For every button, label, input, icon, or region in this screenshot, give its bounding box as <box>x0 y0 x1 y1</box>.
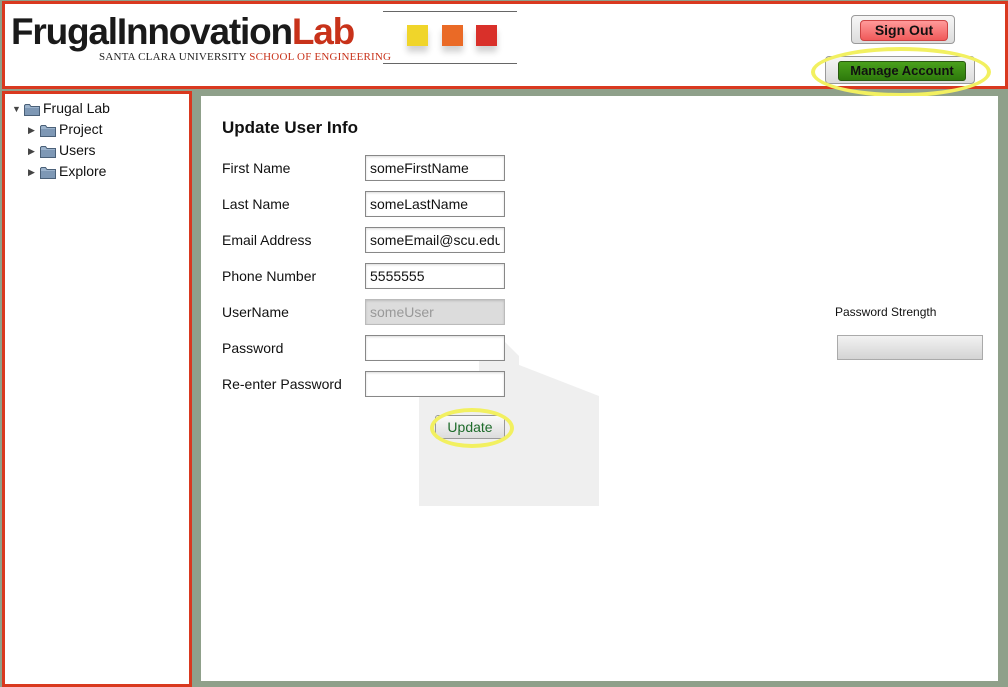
last-name-label: Last Name <box>222 196 290 212</box>
password-input[interactable] <box>365 335 505 361</box>
folder-icon <box>40 145 56 158</box>
page-title: Update User Info <box>222 118 359 137</box>
color-squares-graphic <box>383 11 517 64</box>
manage-account-label: Manage Account <box>838 61 966 81</box>
update-button[interactable]: Update <box>435 415 505 439</box>
orange-square <box>442 25 463 46</box>
tree-node-label: Users <box>59 142 96 158</box>
sign-out-label: Sign Out <box>860 20 948 41</box>
tree-node-label: Explore <box>59 163 107 179</box>
logo-name-part2: Lab <box>291 11 355 52</box>
logo-subtitle-school: SCHOOL OF ENGINEERING <box>249 51 392 63</box>
sign-out-button[interactable]: Sign Out <box>851 15 955 44</box>
first-name-input[interactable] <box>365 155 505 181</box>
tree-node-label: Frugal Lab <box>43 100 110 116</box>
logo-subtitle: SANTA CLARA UNIVERSITY SCHOOL OF ENGINEE… <box>99 51 391 63</box>
folder-icon <box>40 166 56 179</box>
expand-triangle-down-icon[interactable]: ▼ <box>12 99 22 119</box>
reenter-password-label: Re-enter Password <box>222 376 342 392</box>
password-strength-label: Password Strength <box>835 305 937 319</box>
last-name-input[interactable] <box>365 191 505 217</box>
email-address-input[interactable] <box>365 227 505 253</box>
sidebar-tree-panel: ▼ Frugal Lab ▶ Project ▶ Users ▶ Explore <box>2 91 192 687</box>
phone-number-input[interactable] <box>365 263 505 289</box>
tree-node-project[interactable]: ▶ Project <box>28 119 103 139</box>
phone-number-label: Phone Number <box>222 268 317 284</box>
expand-triangle-right-icon[interactable]: ▶ <box>28 162 38 182</box>
tree-node-explore[interactable]: ▶ Explore <box>28 161 106 181</box>
reenter-password-input[interactable] <box>365 371 505 397</box>
expand-triangle-right-icon[interactable]: ▶ <box>28 141 38 161</box>
username-label: UserName <box>222 304 289 320</box>
manage-account-button[interactable]: Manage Account <box>825 56 975 84</box>
password-strength-meter <box>837 335 983 360</box>
update-user-info-panel: Update User Info First Name Last Name Em… <box>201 96 998 681</box>
first-name-label: First Name <box>222 160 291 176</box>
logo-name-part1: FrugalInnovation <box>11 11 293 52</box>
username-input <box>365 299 505 325</box>
tree-node-users[interactable]: ▶ Users <box>28 140 96 160</box>
email-address-label: Email Address <box>222 232 312 248</box>
frugal-innovation-lab-logo: FrugalInnovationLab SANTA CLARA UNIVERSI… <box>11 12 391 67</box>
red-square <box>476 25 497 46</box>
tree-node-frugal-lab[interactable]: ▼ Frugal Lab <box>12 98 110 118</box>
password-label: Password <box>222 340 284 356</box>
folder-icon <box>40 124 56 137</box>
expand-triangle-right-icon[interactable]: ▶ <box>28 120 38 140</box>
logo-subtitle-university: SANTA CLARA UNIVERSITY <box>99 51 247 63</box>
tree-node-label: Project <box>59 121 103 137</box>
logo-wordmark: FrugalInnovationLab <box>11 12 371 52</box>
yellow-square <box>407 25 428 46</box>
header-bar: FrugalInnovationLab SANTA CLARA UNIVERSI… <box>2 1 1008 97</box>
folder-icon <box>24 103 40 116</box>
